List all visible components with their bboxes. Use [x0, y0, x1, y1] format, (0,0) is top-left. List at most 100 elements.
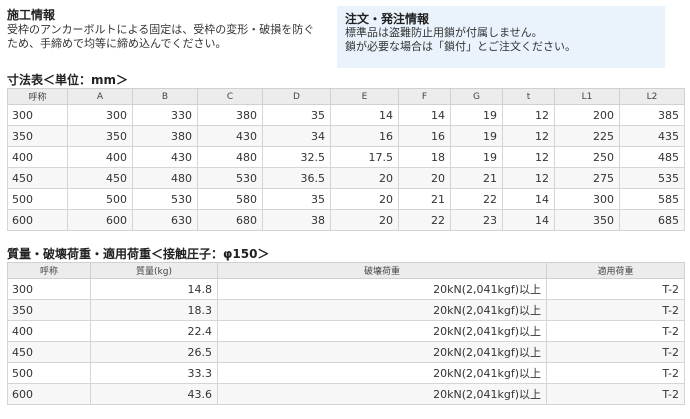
table-cell: 20kN(2,041kgf)以上	[217, 362, 547, 384]
table-cell: 450	[7, 341, 91, 363]
table-row: 600 43.6 20kN(2,041kgf)以上 T-2	[7, 383, 685, 405]
table-cell: 22.4	[90, 320, 218, 342]
table-cell: 300	[554, 188, 620, 210]
table-row: 300 300 330 380 35 14 14 19 12 200 385	[7, 104, 685, 126]
table-cell: 200	[554, 104, 620, 126]
table-cell: 350	[554, 209, 620, 231]
order-text-line2: 鎖が必要な場合は「鎖付」とご注文ください。	[345, 40, 576, 53]
table-cell: 450	[67, 167, 133, 189]
installation-text-line2: ため、手締めで均等に締め込んでください。	[7, 37, 227, 50]
table-cell: 300	[7, 104, 68, 126]
table-cell: 33.3	[90, 362, 218, 384]
table-cell: 585	[619, 188, 685, 210]
table-cell: T-2	[546, 320, 685, 342]
table-row: 450 450 480 530 36.5 20 20 21 12 275 535	[7, 167, 685, 189]
table-row: 500 33.3 20kN(2,041kgf)以上 T-2	[7, 362, 685, 384]
order-text-line1: 標準品は盗難防止用鎖が付属しません。	[345, 26, 543, 39]
load-table-body: 300 14.8 20kN(2,041kgf)以上 T-2 350 18.3 20kN(2,…	[7, 278, 685, 405]
table-cell: 385	[619, 104, 685, 126]
table-cell: 20kN(2,041kgf)以上	[217, 383, 547, 405]
table-cell: 535	[619, 167, 685, 189]
col-header-f: F	[398, 88, 451, 105]
table-cell: 350	[67, 125, 133, 147]
table-cell: 500	[7, 188, 68, 210]
table-cell: 38	[262, 209, 331, 231]
table-row: 350 350 380 430 34 16 16 19 12 225 435	[7, 125, 685, 147]
table-cell: T-2	[546, 362, 685, 384]
table-cell: 43.6	[90, 383, 218, 405]
table-cell: 485	[619, 146, 685, 168]
table-row: 400 400 430 480 32.5 17.5 18 19 12 250 485	[7, 146, 685, 168]
table-cell: 350	[7, 299, 91, 321]
dimension-table: 呼称 A B C D E F G t L1 L2 300 300 330 380 35 1…	[7, 88, 685, 231]
table-cell: 18.3	[90, 299, 218, 321]
table-row: 450 26.5 20kN(2,041kgf)以上 T-2	[7, 341, 685, 363]
table-cell: 20	[330, 209, 399, 231]
load-table-title: 質量・破壊荷重・適用荷重＜接触圧子：φ150＞	[7, 247, 270, 261]
table-cell: 12	[502, 167, 555, 189]
table-cell: 530	[197, 167, 263, 189]
table-cell: 430	[197, 125, 263, 147]
table-cell: 19	[450, 104, 503, 126]
table-cell: 35	[262, 188, 331, 210]
table-cell: 20kN(2,041kgf)以上	[217, 320, 547, 342]
dimension-table-header: 呼称 A B C D E F G t L1 L2	[7, 88, 685, 105]
table-cell: 21	[398, 188, 451, 210]
col-header-a: A	[67, 88, 133, 105]
order-title: 注文・発注情報	[345, 12, 430, 26]
table-row: 400 22.4 20kN(2,041kgf)以上 T-2	[7, 320, 685, 342]
table-cell: 225	[554, 125, 620, 147]
table-cell: 435	[619, 125, 685, 147]
table-cell: 630	[132, 209, 198, 231]
table-cell: 330	[132, 104, 198, 126]
table-cell: 580	[197, 188, 263, 210]
table-cell: 300	[67, 104, 133, 126]
table-cell: 12	[502, 146, 555, 168]
table-cell: 685	[619, 209, 685, 231]
table-cell: 17.5	[330, 146, 399, 168]
col-header-e: E	[330, 88, 399, 105]
col-header-breaking-load: 破壊荷重	[217, 262, 547, 279]
col-header-g: G	[450, 88, 503, 105]
table-cell: 20	[330, 167, 399, 189]
table-row: 600 600 630 680 38 20 22 23 14 350 685	[7, 209, 685, 231]
col-header-l1: L1	[554, 88, 620, 105]
col-header-size: 呼称	[7, 262, 91, 279]
order-info-box: 注文・発注情報 標準品は盗難防止用鎖が付属しません。 鎖が必要な場合は「鎖付」と…	[337, 6, 665, 68]
table-cell: 14	[398, 104, 451, 126]
table-cell: 14.8	[90, 278, 218, 300]
table-cell: 12	[502, 104, 555, 126]
table-cell: 350	[7, 125, 68, 147]
col-header-b: B	[132, 88, 198, 105]
table-cell: 400	[7, 146, 68, 168]
table-cell: 600	[7, 209, 68, 231]
load-table-header: 呼称 質量(kg) 破壊荷重 適用荷重	[7, 262, 685, 279]
table-cell: T-2	[546, 278, 685, 300]
table-cell: T-2	[546, 341, 685, 363]
table-cell: 500	[67, 188, 133, 210]
table-cell: 275	[554, 167, 620, 189]
table-cell: 19	[450, 125, 503, 147]
table-cell: T-2	[546, 383, 685, 405]
table-cell: 18	[398, 146, 451, 168]
col-header-size: 呼称	[7, 88, 68, 105]
table-cell: 34	[262, 125, 331, 147]
table-cell: 430	[132, 146, 198, 168]
col-header-t: t	[502, 88, 555, 105]
table-cell: 380	[197, 104, 263, 126]
installation-text-line1: 受枠のアンカーボルトによる固定は、受枠の変形・破損を防ぐ	[7, 23, 315, 36]
table-cell: 600	[67, 209, 133, 231]
table-cell: 450	[7, 167, 68, 189]
table-cell: 16	[398, 125, 451, 147]
table-cell: 500	[7, 362, 91, 384]
table-cell: 400	[7, 320, 91, 342]
table-cell: 19	[450, 146, 503, 168]
table-cell: 21	[450, 167, 503, 189]
table-cell: 26.5	[90, 341, 218, 363]
table-cell: 14	[502, 188, 555, 210]
table-cell: 20	[398, 167, 451, 189]
table-cell: 680	[197, 209, 263, 231]
table-cell: 23	[450, 209, 503, 231]
table-cell: 400	[67, 146, 133, 168]
table-row: 500 500 530 580 35 20 21 22 14 300 585	[7, 188, 685, 210]
